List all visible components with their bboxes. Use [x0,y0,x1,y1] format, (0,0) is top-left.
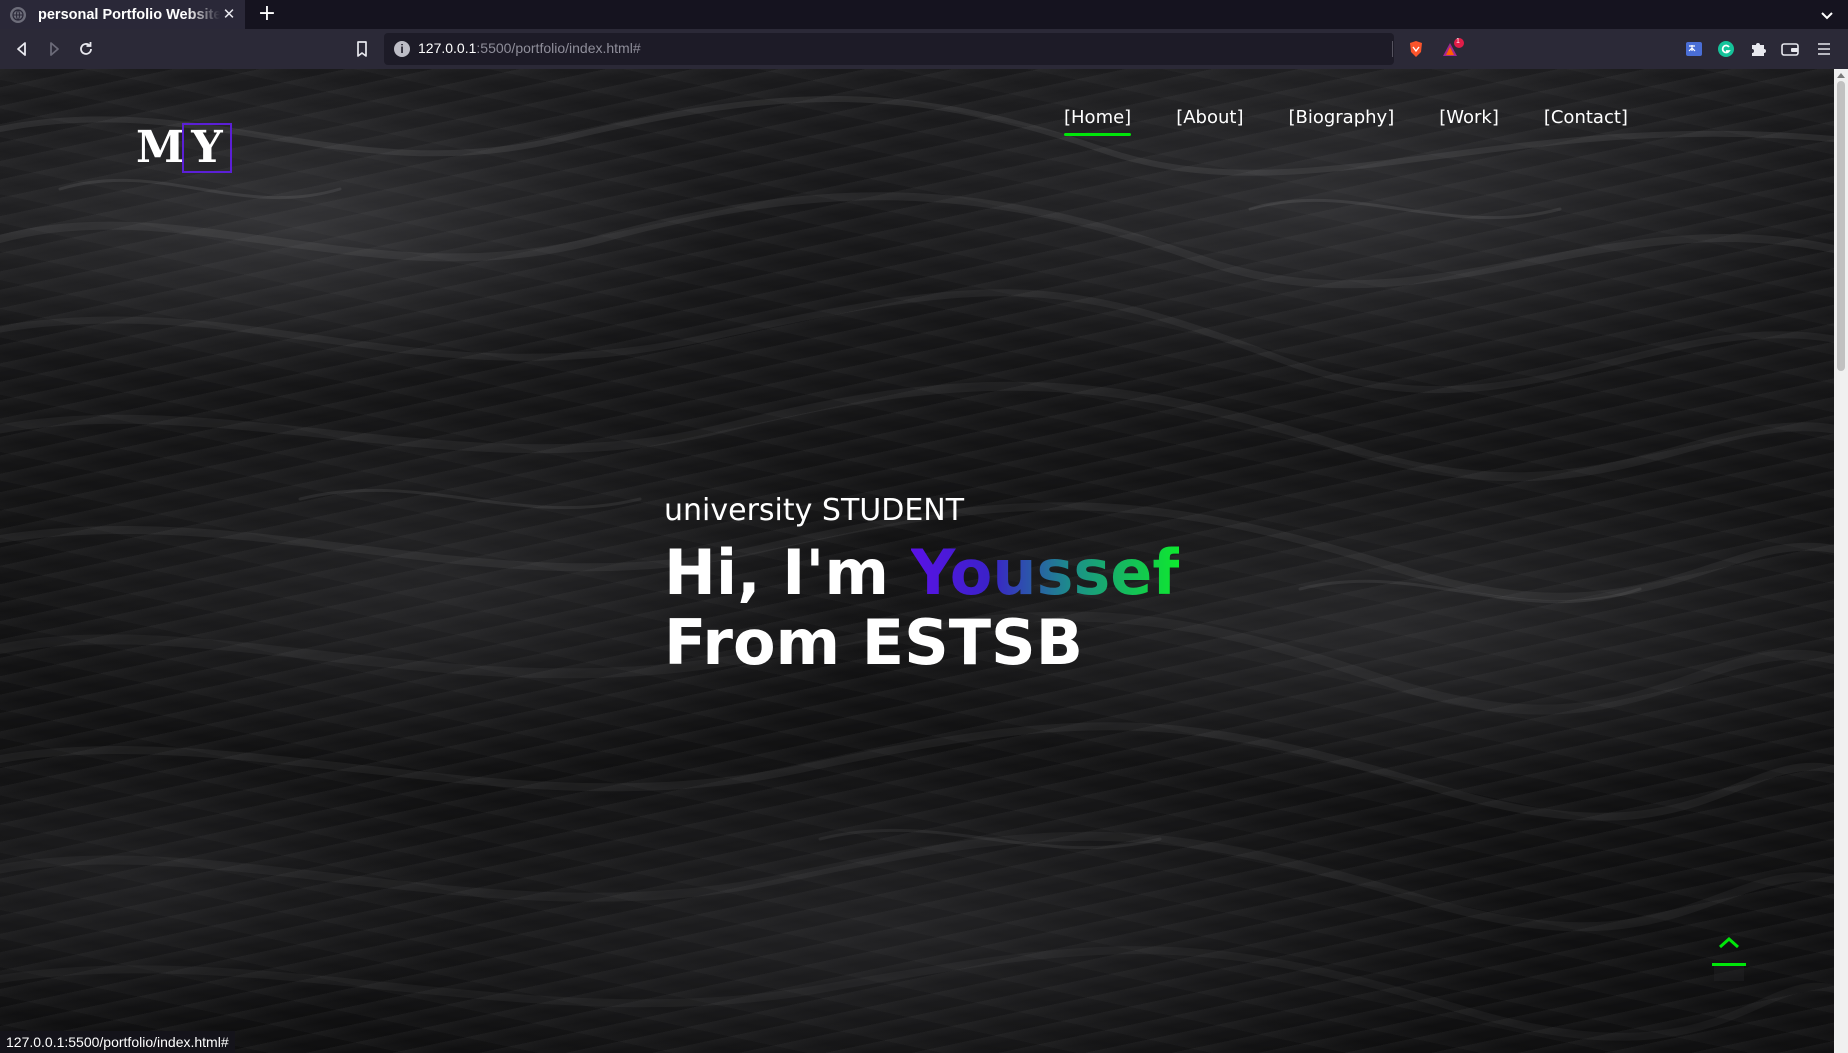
nav-link-biography[interactable]: [Biography] [1288,107,1394,136]
close-icon[interactable]: ✕ [221,6,237,22]
hero-name: Youssef [910,536,1180,609]
forward-icon[interactable] [44,39,64,59]
page-scrollbar[interactable] [1834,69,1848,1053]
tab-title: personal Portfolio Website [38,6,220,23]
scroll-to-top-button[interactable] [1710,933,1748,989]
site-info-icon[interactable]: i [394,41,410,57]
hero-title: Hi, I'm Youssef From ESTSB [664,538,1179,678]
hero-subtitle: university STUDENT [664,493,965,528]
hero-from: From ESTSB [664,606,1083,679]
nav-link-work[interactable]: [Work] [1439,107,1499,136]
hero-section: university STUDENT Hi, I'm Youssef From … [664,493,1179,678]
url-path: :5500/portfolio/index.html# [476,40,641,56]
globe-icon [10,6,26,23]
logo-letter-m: M [136,122,185,173]
url-divider [1392,41,1393,57]
translate-icon[interactable] [1684,39,1704,59]
reload-icon[interactable] [76,39,96,59]
chevron-up-icon [1719,936,1739,949]
nav-link-about[interactable]: [About] [1176,107,1243,136]
address-bar[interactable]: i 127.0.0.1:5500/portfolio/index.html# 1 [384,33,1464,65]
logo-letter-y: Y [182,123,232,173]
hero-greeting: Hi, I'm [664,536,889,609]
chevron-down-icon[interactable] [1818,6,1836,24]
nav-link-contact[interactable]: [Contact] [1544,107,1628,136]
url-text[interactable]: 127.0.0.1:5500/portfolio/index.html# [418,40,641,56]
puzzle-extensions-icon[interactable] [1748,39,1768,59]
status-url-tooltip: 127.0.0.1:5500/portfolio/index.html# [0,1031,235,1053]
nav-link-home[interactable]: [Home] [1064,107,1132,136]
new-tab-button[interactable]: + [256,3,278,25]
browser-tab-active[interactable]: personal Portfolio Website ✕ [0,0,245,29]
grammarly-icon[interactable] [1716,39,1736,59]
scroll-up-arrow-icon[interactable] [1837,72,1845,78]
browser-tab-bar: personal Portfolio Website ✕ + [0,0,1848,29]
menu-icon[interactable] [1814,39,1834,59]
rewards-badge: 1 [1456,38,1460,45]
browser-toolbar: i 127.0.0.1:5500/portfolio/index.html# 1 [0,29,1848,69]
page-viewport: M Y [Home] [About] [Biography] [Work] [C… [0,69,1834,1053]
bookmark-icon[interactable] [352,39,372,59]
main-nav: [Home] [About] [Biography] [Work] [Conta… [1064,107,1628,136]
site-logo[interactable]: M Y [136,123,232,173]
back-icon[interactable] [12,39,32,59]
wallet-icon[interactable] [1780,39,1800,59]
url-host: 127.0.0.1 [418,40,477,56]
brave-shield-icon[interactable] [1406,39,1426,59]
scrollbar-thumb[interactable] [1837,81,1845,371]
brave-rewards-icon[interactable]: 1 [1440,38,1466,60]
